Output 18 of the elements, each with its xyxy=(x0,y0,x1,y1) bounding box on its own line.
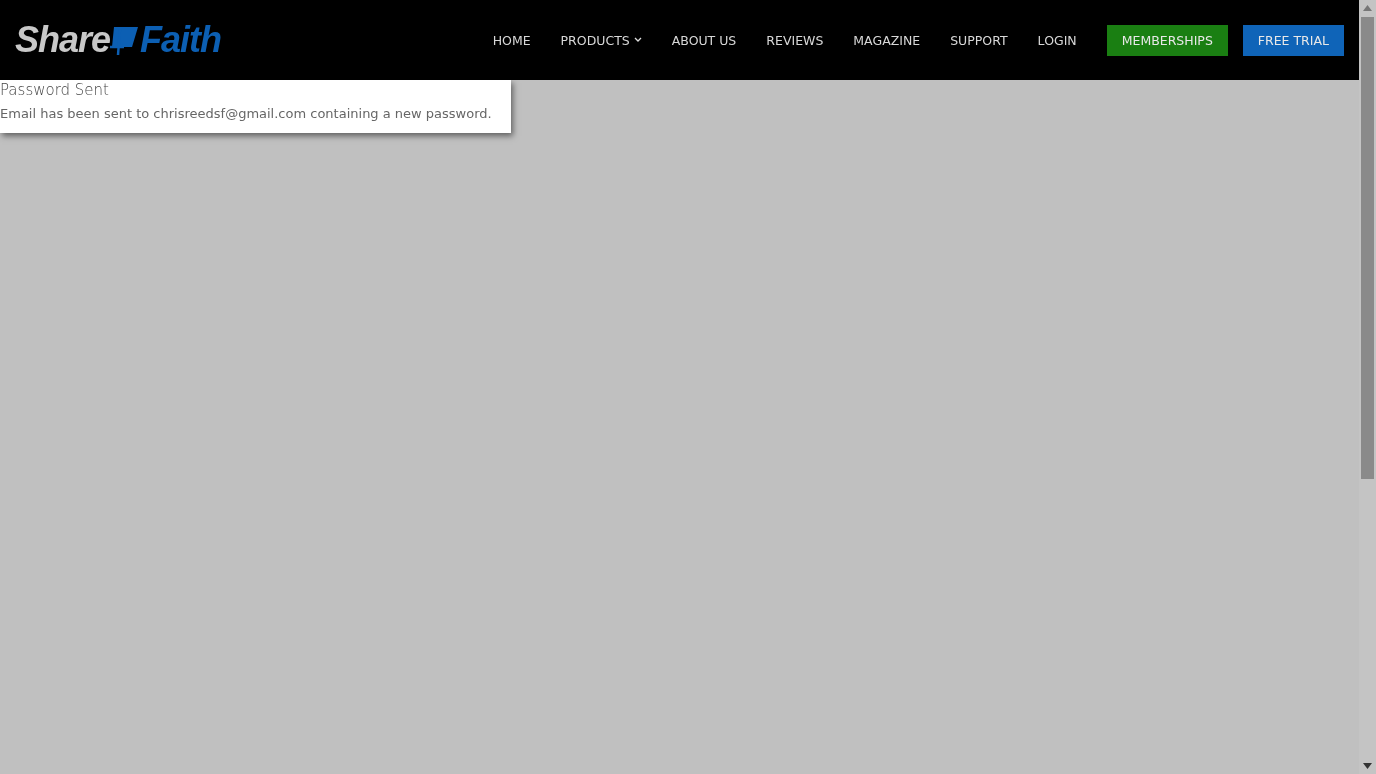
notice-message: Email has been sent to chrisreedsf@gmail.com containing a new password. xyxy=(0,106,493,121)
scrollbar-thumb[interactable] xyxy=(1361,17,1374,479)
down-arrow-icon xyxy=(1363,763,1372,769)
nav-button[interactable]: MEMBERSHIPS xyxy=(1106,24,1228,56)
flag-icon xyxy=(110,25,141,55)
nav-link[interactable]: REVIEWS xyxy=(754,32,836,48)
chevron-icon xyxy=(633,37,642,43)
nav-link[interactable]: MAGAZINE xyxy=(841,32,933,48)
notice-title: Password Sent xyxy=(0,80,110,99)
nav-link[interactable]: HOME xyxy=(480,32,543,48)
nav-link[interactable]: ABOUT US xyxy=(659,32,749,48)
nav-link[interactable]: PRODUCTS xyxy=(548,32,654,48)
up-arrow-icon xyxy=(1363,5,1372,11)
logo[interactable]: Share Faith xyxy=(15,19,222,61)
nav-link[interactable]: LOGIN xyxy=(1025,32,1089,48)
scrollbar[interactable] xyxy=(1359,0,1376,774)
nav-button[interactable]: FREE TRIAL xyxy=(1242,24,1344,56)
nav-link[interactable]: SUPPORT xyxy=(938,32,1020,48)
